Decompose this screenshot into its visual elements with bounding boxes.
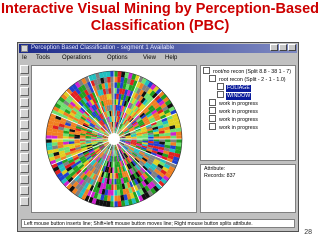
maximize-icon[interactable]: [279, 44, 287, 51]
records-count: Records: 837: [204, 173, 236, 179]
segment-dividers: [46, 71, 182, 207]
leaf-icon: [217, 83, 224, 90]
export-tool-icon[interactable]: [20, 197, 29, 206]
undo-tool-icon[interactable]: [20, 131, 29, 140]
color-tool-icon[interactable]: [20, 120, 29, 129]
select-tool-icon[interactable]: [20, 65, 29, 74]
settings-tool-icon[interactable]: [20, 175, 29, 184]
document-icon: [209, 123, 216, 130]
menu-operations[interactable]: Operations: [62, 54, 91, 63]
tool-palette: [20, 65, 30, 207]
split-tool-icon[interactable]: [20, 98, 29, 107]
tree-tool-icon[interactable]: [20, 109, 29, 118]
tree-node-label: work in progress: [219, 125, 258, 131]
document-icon: [209, 115, 216, 122]
tree-node[interactable]: work in progress: [209, 123, 259, 131]
menu-file[interactable]: Ie: [22, 54, 27, 63]
line-tool-icon[interactable]: [20, 87, 29, 96]
window-title: Perception Based Classification - segmen…: [31, 45, 175, 51]
tree-node[interactable]: work in progress: [209, 115, 259, 123]
status-text: Left mouse button inserts line; Shift+le…: [24, 221, 253, 227]
document-icon: [209, 107, 216, 114]
close-icon[interactable]: [288, 44, 296, 51]
tree-node[interactable]: WINDOW: [217, 91, 252, 100]
tree-node[interactable]: root/no recon (Split 8.8 - 38 1 - 7): [203, 67, 292, 75]
tree-node[interactable]: FOLIAGE: [217, 83, 251, 92]
tree-node[interactable]: root recon (Split - 2 - 1 - 1.0): [209, 75, 287, 83]
pbc-application-window: Perception Based Classification - segmen…: [17, 42, 299, 232]
info-tool-icon[interactable]: [20, 186, 29, 195]
window-titlebar[interactable]: Perception Based Classification - segmen…: [19, 44, 297, 53]
folder-icon: [203, 67, 210, 74]
menu-help[interactable]: Help: [165, 54, 177, 63]
menu-bar: Ie Tools Operations Options View Help: [19, 54, 297, 63]
info-panel: Attribute: Records: 837: [200, 164, 296, 213]
status-bar: Left mouse button inserts line; Shift+le…: [21, 219, 295, 228]
slide-title-line2: Classification (PBC): [90, 18, 230, 34]
tree-node[interactable]: work in progress: [209, 107, 259, 115]
menu-tools[interactable]: Tools: [36, 54, 50, 63]
leaf-icon: [217, 91, 224, 98]
folder-icon: [209, 75, 216, 82]
tree-node[interactable]: work in progress: [209, 99, 259, 107]
attribute-label: Attribute:: [204, 166, 226, 172]
app-icon: [21, 45, 28, 52]
zoom-tool-icon[interactable]: [20, 76, 29, 85]
menu-view[interactable]: View: [143, 54, 156, 63]
page-number: 28: [304, 229, 312, 236]
menu-options[interactable]: Options: [107, 54, 128, 63]
decision-tree-panel[interactable]: root/no recon (Split 8.8 - 38 1 - 7) roo…: [200, 65, 296, 161]
redo-tool-icon[interactable]: [20, 142, 29, 151]
slide-title-line1: Interactive Visual Mining by Perception-…: [0, 1, 320, 17]
attribute-tool-icon[interactable]: [20, 153, 29, 162]
circle-segments-visualization[interactable]: [32, 66, 196, 212]
slide-title: Interactive Visual Mining by Perception-…: [0, 1, 320, 35]
visualization-canvas[interactable]: [31, 65, 197, 213]
record-tool-icon[interactable]: [20, 164, 29, 173]
minimize-icon[interactable]: [270, 44, 278, 51]
document-icon: [209, 99, 216, 106]
